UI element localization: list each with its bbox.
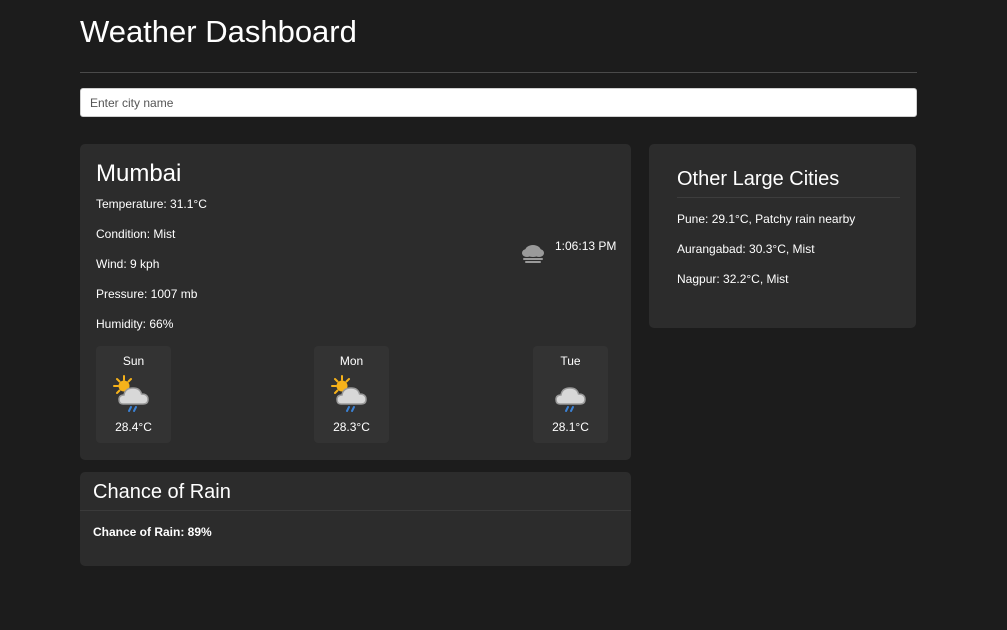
forecast-day-name: Sun [122, 354, 145, 368]
temperature-text: Temperature: 31.1°C [96, 197, 207, 211]
forecast-day-name: Tue [560, 354, 581, 368]
city-list-item: Nagpur: 32.2°C, Mist [677, 272, 789, 286]
rain-card-title: Chance of Rain [93, 481, 231, 503]
forecast-temp: 28.4°C [115, 420, 152, 434]
city-list-item: Pune: 29.1°C, Patchy rain nearby [677, 212, 856, 226]
city-name: Mumbai [96, 160, 182, 187]
forecast-day: Mon 28.3°C [314, 346, 389, 443]
header-divider [80, 72, 917, 73]
local-time: 1:06:13 PM [555, 239, 617, 253]
rain-card-divider [80, 510, 631, 511]
other-cities-divider [677, 197, 900, 198]
pressure-text: Pressure: 1007 mb [96, 287, 198, 301]
other-cities-card: Other Large Cities Pune: 29.1°C, Patchy … [649, 144, 916, 328]
forecast-temp: 28.3°C [333, 420, 370, 434]
chance-of-rain-card: Chance of Rain Chance of Rain: 89% [80, 472, 631, 566]
patchy-rain-icon [331, 375, 367, 412]
current-weather-card: Mumbai Temperature: 31.1°C Condition: Mi… [80, 144, 631, 460]
wind-text: Wind: 9 kph [96, 257, 160, 271]
patchy-rain-icon [113, 375, 149, 412]
forecast-day-name: Mon [339, 354, 364, 368]
city-list-item: Aurangabad: 30.3°C, Mist [677, 242, 815, 256]
forecast-day: Tue 28.1°C [533, 346, 608, 443]
condition-text: Condition: Mist [96, 227, 176, 241]
page-title: Weather Dashboard [80, 14, 357, 49]
forecast-day: Sun 28.4°C [96, 346, 171, 443]
light-rain-icon [555, 387, 586, 412]
mist-cloud-icon [522, 245, 544, 263]
humidity-text: Humidity: 66% [96, 317, 174, 331]
other-cities-title: Other Large Cities [677, 168, 840, 190]
city-search-input[interactable] [80, 88, 917, 117]
forecast-temp: 28.1°C [552, 420, 589, 434]
chance-of-rain-text: Chance of Rain: 89% [93, 525, 212, 539]
